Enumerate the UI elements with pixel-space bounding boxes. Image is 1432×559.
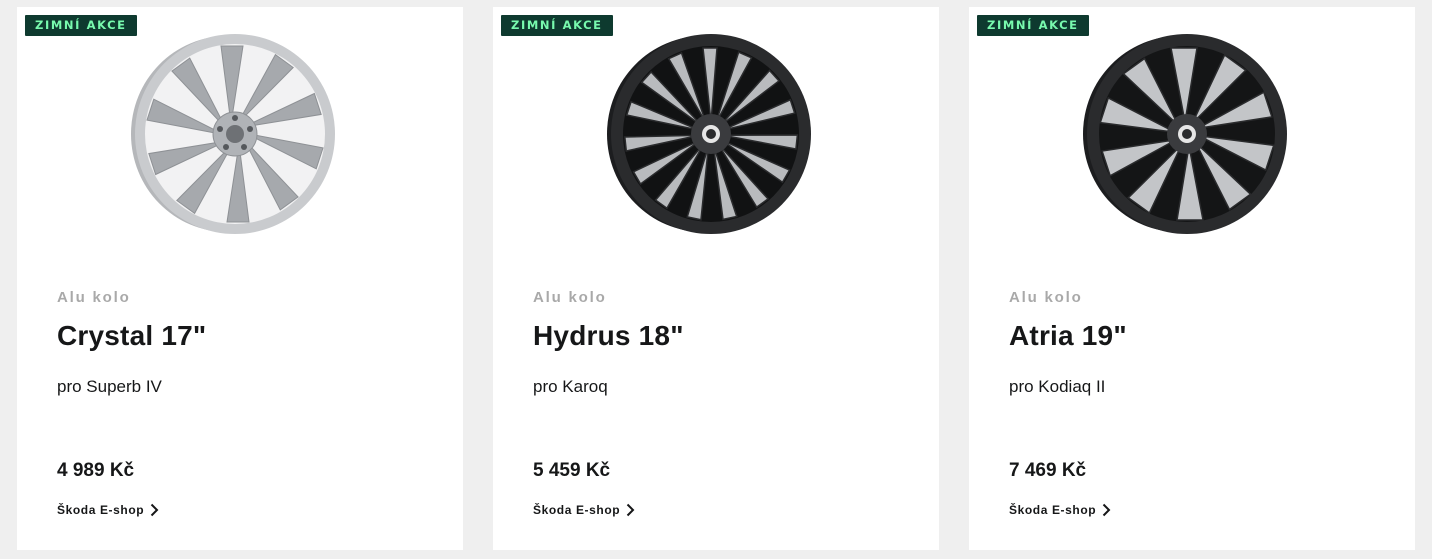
product-title[interactable]: Crystal 17": [57, 320, 206, 352]
product-card-atria[interactable]: ZIMNÍ AKCE Alu kolo Atria 19" pro Kodiaq…: [969, 7, 1415, 550]
eshop-link[interactable]: Škoda E-shop: [1009, 503, 1111, 517]
product-price: 4 989 Kč: [57, 460, 135, 481]
product-category: Alu kolo: [57, 289, 131, 306]
product-model: pro Kodiaq II: [1009, 377, 1106, 396]
product-title[interactable]: Atria 19": [1009, 320, 1127, 352]
product-title[interactable]: Hydrus 18": [533, 320, 684, 352]
eshop-link[interactable]: Škoda E-shop: [533, 503, 635, 517]
chevron-right-icon: [151, 503, 159, 517]
product-price: 7 469 Kč: [1009, 460, 1087, 481]
eshop-link[interactable]: Škoda E-shop: [57, 503, 159, 517]
product-price: 5 459 Kč: [533, 460, 611, 481]
product-model: pro Karoq: [533, 377, 608, 396]
eshop-link-label: Škoda E-shop: [1009, 503, 1097, 517]
wheel-image[interactable]: [127, 30, 347, 240]
promo-badge: ZIMNÍ AKCE: [977, 15, 1089, 36]
wheel-image[interactable]: [603, 30, 823, 240]
product-category: Alu kolo: [1009, 289, 1083, 306]
wheel-image[interactable]: [1079, 30, 1299, 240]
product-card-crystal[interactable]: ZIMNÍ AKCE Alu kolo Crystal 17" pro Supe…: [17, 7, 463, 550]
eshop-link-label: Škoda E-shop: [57, 503, 145, 517]
product-model: pro Superb IV: [57, 377, 162, 396]
chevron-right-icon: [1103, 503, 1111, 517]
product-grid: ZIMNÍ AKCE Alu kolo Crystal 17" pro Supe…: [0, 0, 1432, 559]
chevron-right-icon: [627, 503, 635, 517]
promo-badge: ZIMNÍ AKCE: [25, 15, 137, 36]
eshop-link-label: Škoda E-shop: [533, 503, 621, 517]
product-card-hydrus[interactable]: ZIMNÍ AKCE Alu kolo Hydrus 18" pro Karoq…: [493, 7, 939, 550]
product-category: Alu kolo: [533, 289, 607, 306]
promo-badge: ZIMNÍ AKCE: [501, 15, 613, 36]
